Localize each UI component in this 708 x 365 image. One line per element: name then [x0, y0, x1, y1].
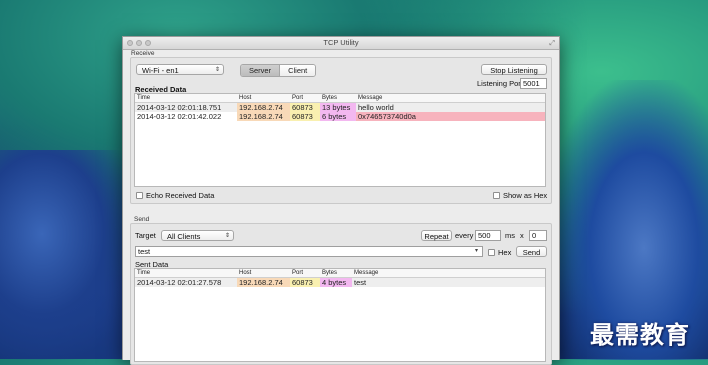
client-mode-button[interactable]: Client — [279, 65, 316, 76]
host-cell: 192.168.2.74 — [237, 112, 290, 121]
column-header[interactable]: Bytes — [322, 269, 337, 277]
close-button[interactable] — [127, 40, 133, 46]
interface-value: Wi-Fi - en1 — [142, 66, 179, 75]
checkbox-box[interactable] — [136, 192, 143, 199]
receive-group: Wi-Fi - en1 ⇕ Server Client Stop Listeni… — [130, 57, 552, 204]
time-cell: 2014-03-12 02:01:27.578 — [137, 278, 222, 287]
echo-received-checkbox[interactable]: Echo Received Data — [136, 191, 214, 200]
port-cell: 60873 — [290, 112, 320, 121]
chevron-down-icon[interactable]: ▾ — [475, 247, 478, 254]
receive-section-label: Receive — [131, 50, 155, 57]
column-header[interactable]: Message — [358, 94, 382, 102]
tcp-utility-window: TCP Utility ⤢ Receive Wi-Fi - en1 ⇕ Serv… — [122, 36, 560, 365]
column-header[interactable]: Message — [354, 269, 378, 277]
column-header[interactable]: Time — [137, 269, 150, 277]
interval-field[interactable]: 500 — [475, 230, 501, 241]
minimize-button[interactable] — [136, 40, 142, 46]
table-header: Time Host Port Bytes Message — [135, 94, 545, 103]
show-as-hex-label: Show as Hex — [503, 191, 548, 200]
send-button[interactable]: Send — [516, 246, 547, 257]
bytes-cell: 13 bytes — [320, 103, 356, 112]
ms-label: ms — [505, 231, 515, 240]
mode-segmented-control: Server Client — [240, 64, 317, 77]
message-cell: hello world — [358, 103, 394, 112]
column-header[interactable]: Host — [239, 94, 251, 102]
send-group: Target All Clients ⇕ Repeat every 500 ms… — [130, 223, 552, 365]
checkbox-box[interactable] — [488, 249, 495, 256]
port-cell: 60873 — [290, 278, 320, 287]
column-header[interactable]: Port — [292, 269, 303, 277]
target-value: All Clients — [167, 232, 201, 241]
hex-checkbox[interactable]: Hex — [488, 248, 511, 257]
checkbox-box[interactable] — [493, 192, 500, 199]
table-row[interactable]: 2014-03-12 02:01:27.578 192.168.2.74 608… — [135, 278, 545, 287]
received-data-table[interactable]: Time Host Port Bytes Message 2014-03-12 … — [134, 93, 546, 187]
times-label: x — [520, 231, 524, 240]
repeat-button[interactable]: Repeat — [421, 230, 452, 241]
chevron-updown-icon: ⇕ — [224, 233, 230, 239]
time-cell: 2014-03-12 02:01:18.751 — [137, 103, 222, 112]
chevron-updown-icon: ⇕ — [214, 67, 220, 73]
host-cell: 192.168.2.74 — [237, 103, 290, 112]
wallpaper-wave — [0, 150, 140, 360]
message-cell: test — [354, 278, 367, 287]
bytes-cell: 4 bytes — [320, 278, 352, 287]
table-row[interactable]: 2014-03-12 02:01:18.751 192.168.2.74 608… — [135, 103, 545, 112]
target-label: Target — [135, 231, 156, 240]
listening-port-label: Listening Port — [477, 79, 523, 88]
column-header[interactable]: Host — [239, 269, 251, 277]
column-header[interactable]: Time — [137, 94, 150, 102]
every-label: every — [455, 231, 474, 240]
message-cell: 0x746573740d0a — [356, 112, 545, 121]
listening-port-field[interactable]: 5001 — [520, 78, 547, 89]
send-section-label: Send — [134, 216, 150, 223]
repeat-count-field[interactable]: 0 — [529, 230, 547, 241]
port-cell: 60873 — [290, 103, 320, 112]
hex-label: Hex — [498, 248, 512, 257]
host-cell: 192.168.2.74 — [237, 278, 290, 287]
table-row[interactable]: 2014-03-12 02:01:42.022 192.168.2.74 608… — [135, 112, 545, 121]
fullscreen-icon[interactable]: ⤢ — [549, 38, 555, 50]
stop-listening-button[interactable]: Stop Listening — [481, 64, 547, 75]
time-cell: 2014-03-12 02:01:42.022 — [137, 112, 222, 121]
target-select[interactable]: All Clients ⇕ — [161, 230, 234, 241]
bytes-cell: 6 bytes — [320, 112, 356, 121]
watermark-logo: 最需教育 — [590, 320, 690, 349]
sent-data-table[interactable]: Time Host Port Bytes Message 2014-03-12 … — [134, 268, 546, 362]
window-title: TCP Utility — [323, 38, 359, 47]
zoom-button[interactable] — [145, 40, 151, 46]
interface-select[interactable]: Wi-Fi - en1 ⇕ — [136, 64, 224, 75]
title-bar[interactable]: TCP Utility ⤢ — [123, 37, 559, 50]
echo-received-label: Echo Received Data — [146, 191, 215, 200]
table-header: Time Host Port Bytes Message — [135, 269, 545, 278]
message-input[interactable]: test — [135, 246, 483, 257]
server-mode-button[interactable]: Server — [241, 65, 280, 76]
column-header[interactable]: Bytes — [322, 94, 337, 102]
column-header[interactable]: Port — [292, 94, 303, 102]
show-as-hex-checkbox[interactable]: Show as Hex — [493, 191, 547, 200]
window-controls — [127, 40, 151, 46]
